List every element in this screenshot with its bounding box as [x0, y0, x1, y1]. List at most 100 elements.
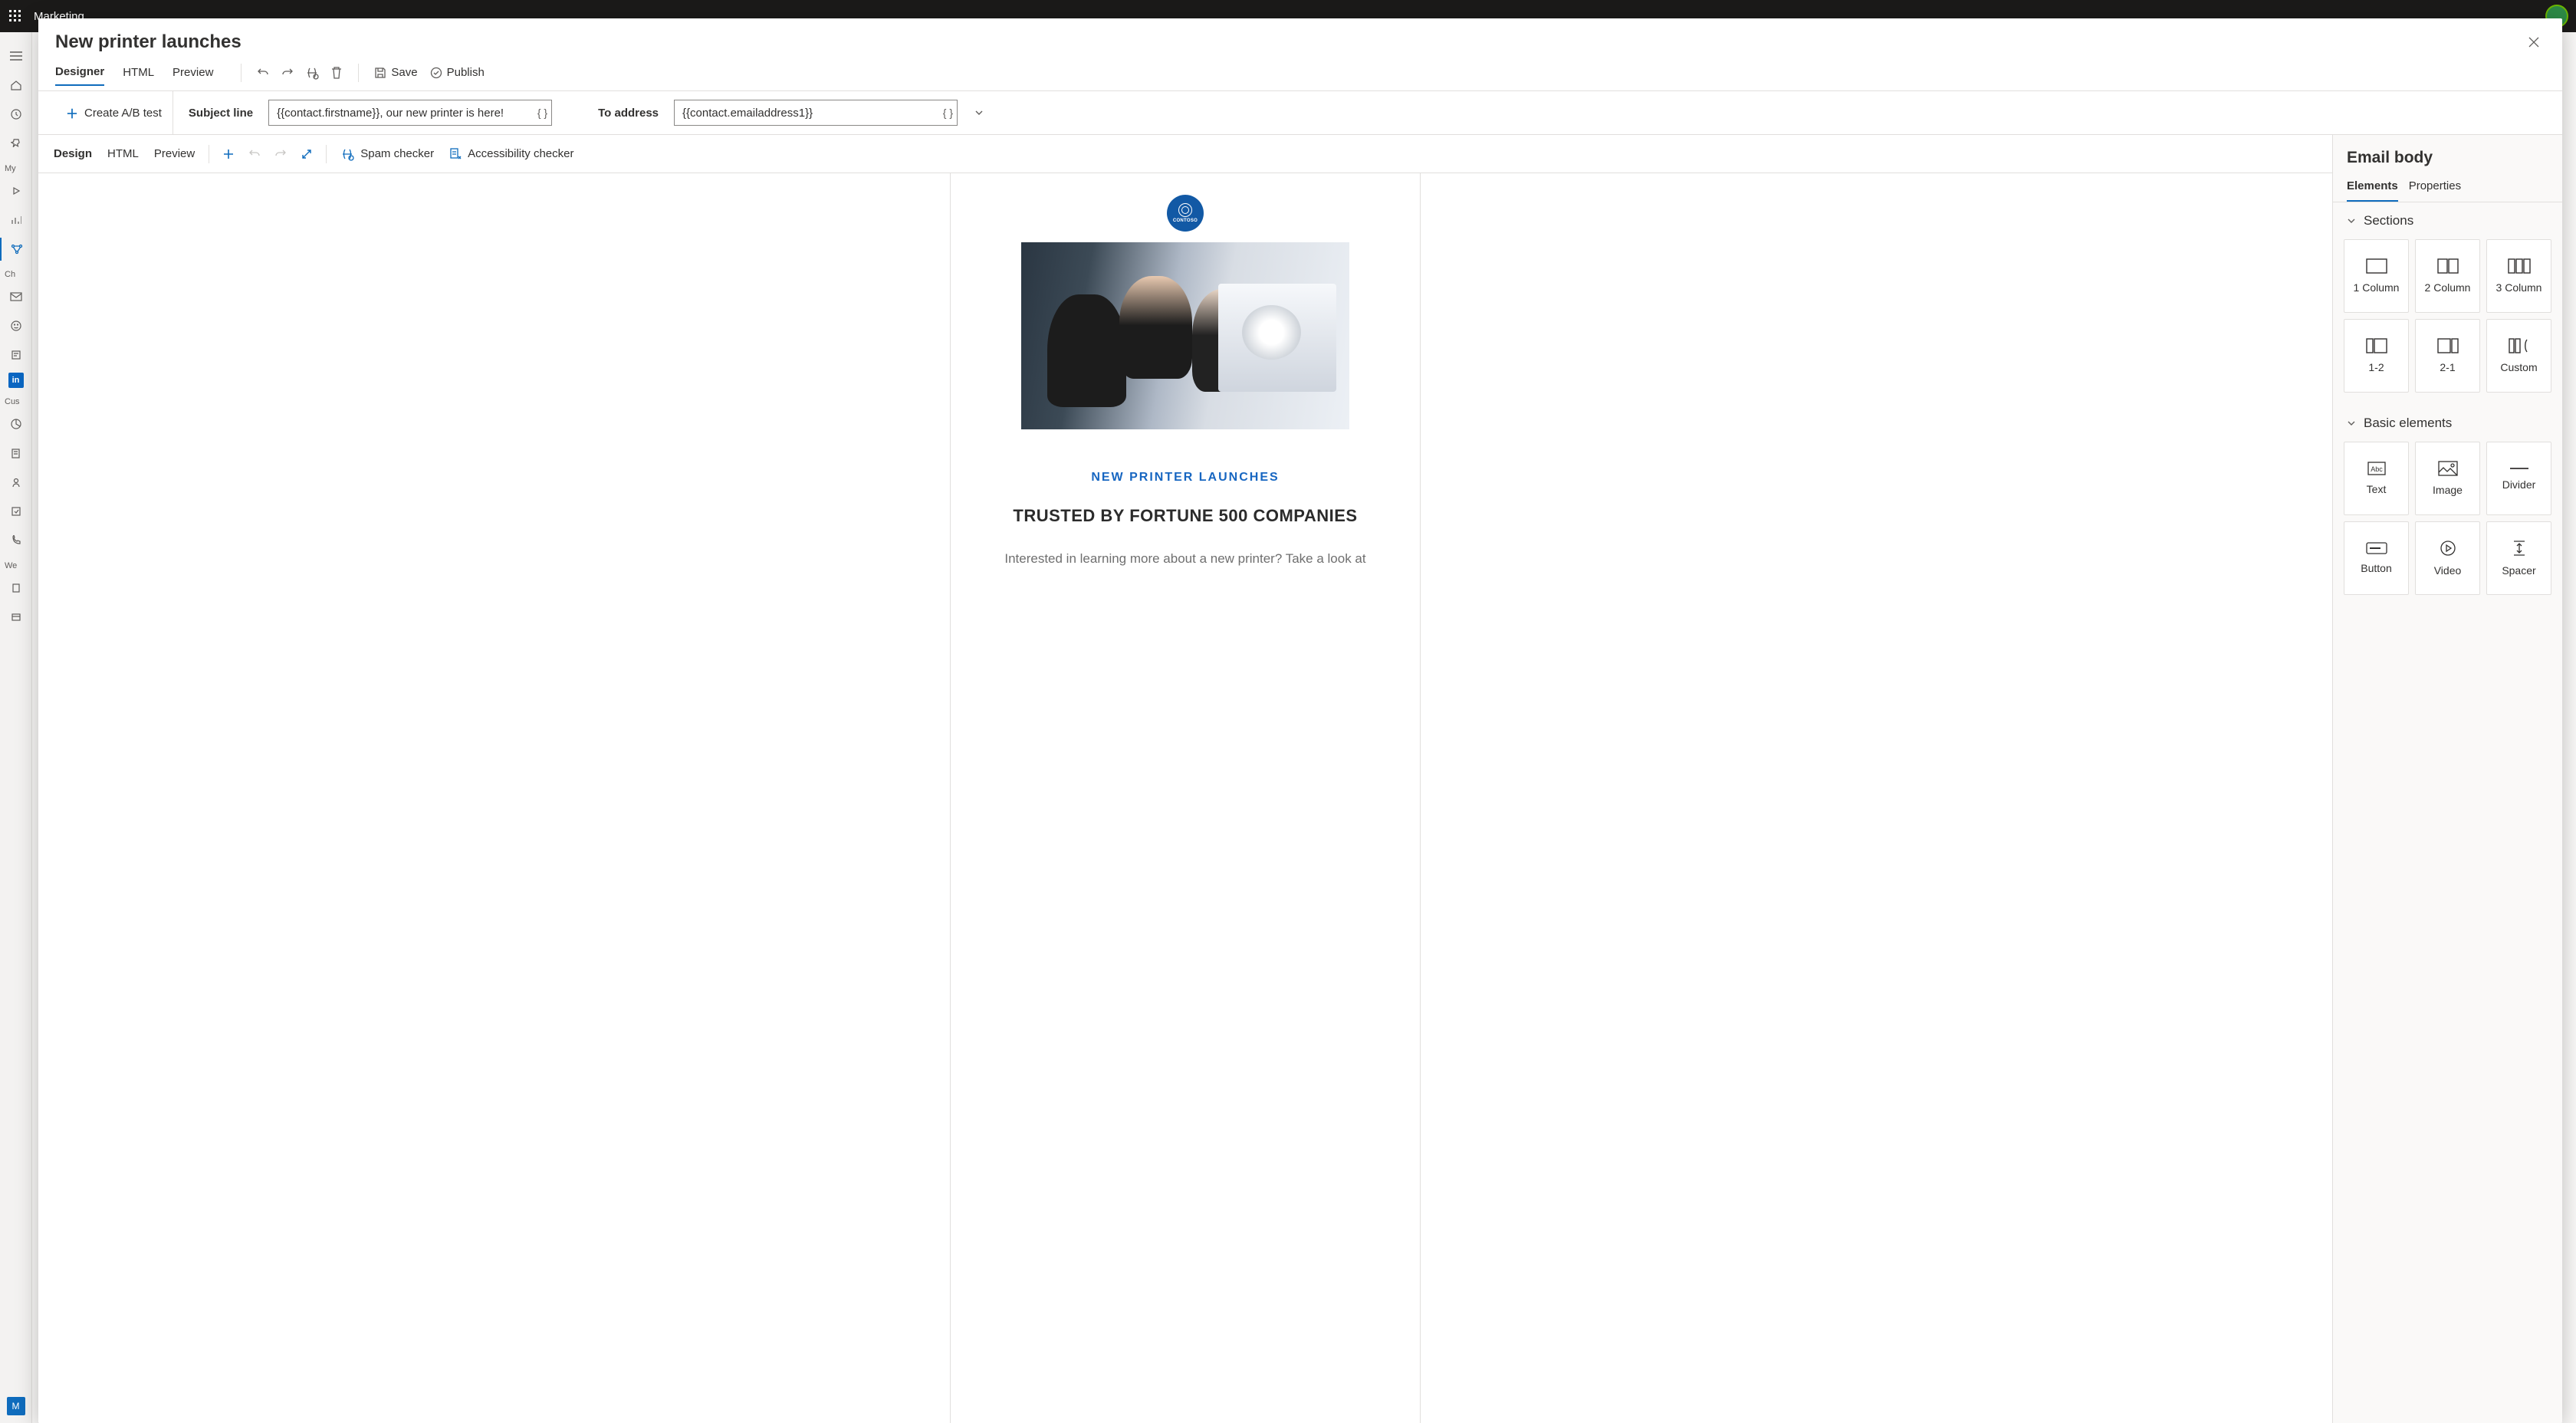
subject-line-label: Subject line — [173, 107, 268, 120]
email-canvas[interactable]: CONTOSO NEW PRINTER LAUNCHES TRUSTED BY … — [950, 173, 1421, 1423]
delete-icon[interactable] — [324, 61, 349, 85]
side-panel-title: Email body — [2333, 135, 2562, 173]
undo-icon[interactable] — [251, 61, 275, 85]
accessibility-checker-button[interactable]: Accessibility checker — [442, 147, 581, 161]
side-tab-properties[interactable]: Properties — [2409, 173, 2461, 202]
email-icon[interactable] — [0, 285, 32, 308]
redo-icon[interactable] — [275, 61, 300, 85]
pages-icon[interactable] — [0, 577, 32, 600]
tab-preview[interactable]: Preview — [172, 60, 213, 85]
rail-group-customers: Cus — [0, 397, 20, 406]
accessibility-checker-label: Accessibility checker — [468, 147, 573, 160]
brand-logo: CONTOSO — [1167, 195, 1204, 232]
column-2-1-icon — [2437, 338, 2459, 353]
canvas-ribbon: Design HTML Preview Spam checker Accessi… — [38, 135, 2332, 173]
segments-icon[interactable] — [0, 412, 32, 435]
side-tab-elements[interactable]: Elements — [2347, 173, 2398, 202]
element-image[interactable]: Image — [2415, 442, 2480, 515]
accessibility-icon — [449, 147, 462, 161]
app-launcher-icon[interactable] — [8, 8, 23, 24]
save-button[interactable]: Save — [368, 66, 423, 79]
ribbon-divider — [358, 64, 359, 82]
email-canvas-area[interactable]: CONTOSO NEW PRINTER LAUNCHES TRUSTED BY … — [38, 173, 2332, 1423]
undo-icon[interactable] — [242, 141, 268, 167]
element-spacer[interactable]: Spacer — [2486, 521, 2551, 595]
hero-image[interactable] — [1021, 242, 1349, 429]
expand-icon[interactable] — [294, 141, 320, 167]
recent-icon[interactable] — [0, 103, 32, 126]
section-2-1[interactable]: 2-1 — [2415, 319, 2480, 393]
tab-html[interactable]: HTML — [123, 60, 154, 85]
tab-html2[interactable]: HTML — [100, 141, 146, 166]
personalization-icon[interactable]: { } — [943, 107, 953, 119]
contacts-icon[interactable] — [0, 442, 32, 465]
spam-checker-label: Spam checker — [360, 147, 434, 160]
consent-icon[interactable] — [0, 500, 32, 523]
email-body-panel: Email body Elements Properties Sections … — [2332, 135, 2562, 1423]
chevron-down-icon — [2347, 419, 2356, 428]
pin-icon[interactable] — [0, 132, 32, 155]
column-1-2-icon — [2366, 338, 2387, 353]
chevron-down-icon — [2347, 216, 2356, 225]
create-ab-test-button[interactable]: ＋ Create A/B test — [55, 91, 173, 134]
check-circle-icon — [430, 67, 442, 79]
close-icon[interactable] — [2522, 31, 2545, 54]
email-editor-modal: New printer launches Designer HTML Previ… — [38, 18, 2562, 1423]
basic-elements-header[interactable]: Basic elements — [2333, 405, 2562, 442]
section-custom[interactable]: Custom — [2486, 319, 2551, 393]
column-custom-icon — [2509, 338, 2530, 353]
text-icon: Abc — [2367, 462, 2386, 475]
header-fields-row: ＋ Create A/B test Subject line { } To ad… — [38, 90, 2562, 135]
sections-header[interactable]: Sections — [2333, 202, 2562, 239]
rail-group-web: We — [0, 561, 17, 570]
smile-icon[interactable] — [0, 314, 32, 337]
save-icon — [374, 67, 386, 79]
sections-label: Sections — [2364, 213, 2413, 228]
email-body-text[interactable]: Interested in learning more about a new … — [974, 549, 1397, 569]
modal-title: New printer launches — [55, 31, 2522, 53]
home-icon[interactable] — [0, 74, 32, 97]
tab-design[interactable]: Design — [46, 141, 100, 166]
email-headline[interactable]: TRUSTED BY FORTUNE 500 COMPANIES — [974, 506, 1397, 526]
journeys-icon[interactable] — [0, 238, 32, 261]
element-text[interactable]: Abc Text — [2344, 442, 2409, 515]
section-1column[interactable]: 1 Column — [2344, 239, 2409, 313]
phone-icon[interactable] — [0, 529, 32, 552]
nav-hamburger-icon[interactable] — [0, 44, 32, 67]
element-video[interactable]: Video — [2415, 521, 2480, 595]
subject-line-input[interactable] — [268, 100, 552, 126]
publish-button[interactable]: Publish — [424, 66, 491, 79]
column-1-icon — [2366, 258, 2387, 274]
person-icon[interactable] — [0, 471, 32, 494]
section-1-2[interactable]: 1-2 — [2344, 319, 2409, 393]
rail-group-channels: Ch — [0, 270, 15, 279]
chart-icon[interactable] — [0, 209, 32, 232]
tab-preview2[interactable]: Preview — [146, 141, 202, 166]
email-kicker[interactable]: NEW PRINTER LAUNCHES — [974, 471, 1397, 485]
tab-designer[interactable]: Designer — [55, 59, 104, 86]
redo-icon[interactable] — [268, 141, 294, 167]
top-ribbon: Designer HTML Preview Save Publish — [38, 55, 2562, 90]
spam-checker-button[interactable]: Spam checker — [333, 147, 442, 161]
personalization-icon[interactable]: { } — [537, 107, 547, 119]
element-divider[interactable]: Divider — [2486, 442, 2551, 515]
test-send-icon[interactable] — [300, 61, 324, 85]
form-icon[interactable] — [0, 343, 32, 366]
button-icon — [2366, 542, 2387, 554]
expand-header-icon[interactable] — [967, 100, 991, 125]
section-2column[interactable]: 2 Column — [2415, 239, 2480, 313]
to-address-input[interactable] — [674, 100, 958, 126]
area-switcher-badge[interactable]: M — [7, 1397, 25, 1415]
sites-icon[interactable] — [0, 606, 32, 629]
rail-group-my: My — [0, 164, 16, 173]
play-icon[interactable] — [0, 179, 32, 202]
video-icon — [2440, 540, 2456, 557]
section-3column[interactable]: 3 Column — [2486, 239, 2551, 313]
save-label: Save — [391, 66, 417, 79]
linkedin-icon[interactable]: in — [8, 373, 24, 388]
element-button[interactable]: Button — [2344, 521, 2409, 595]
divider-icon — [2509, 466, 2529, 471]
add-icon[interactable] — [215, 141, 242, 167]
to-address-label: To address — [583, 107, 674, 120]
ab-test-label: Create A/B test — [84, 107, 162, 120]
